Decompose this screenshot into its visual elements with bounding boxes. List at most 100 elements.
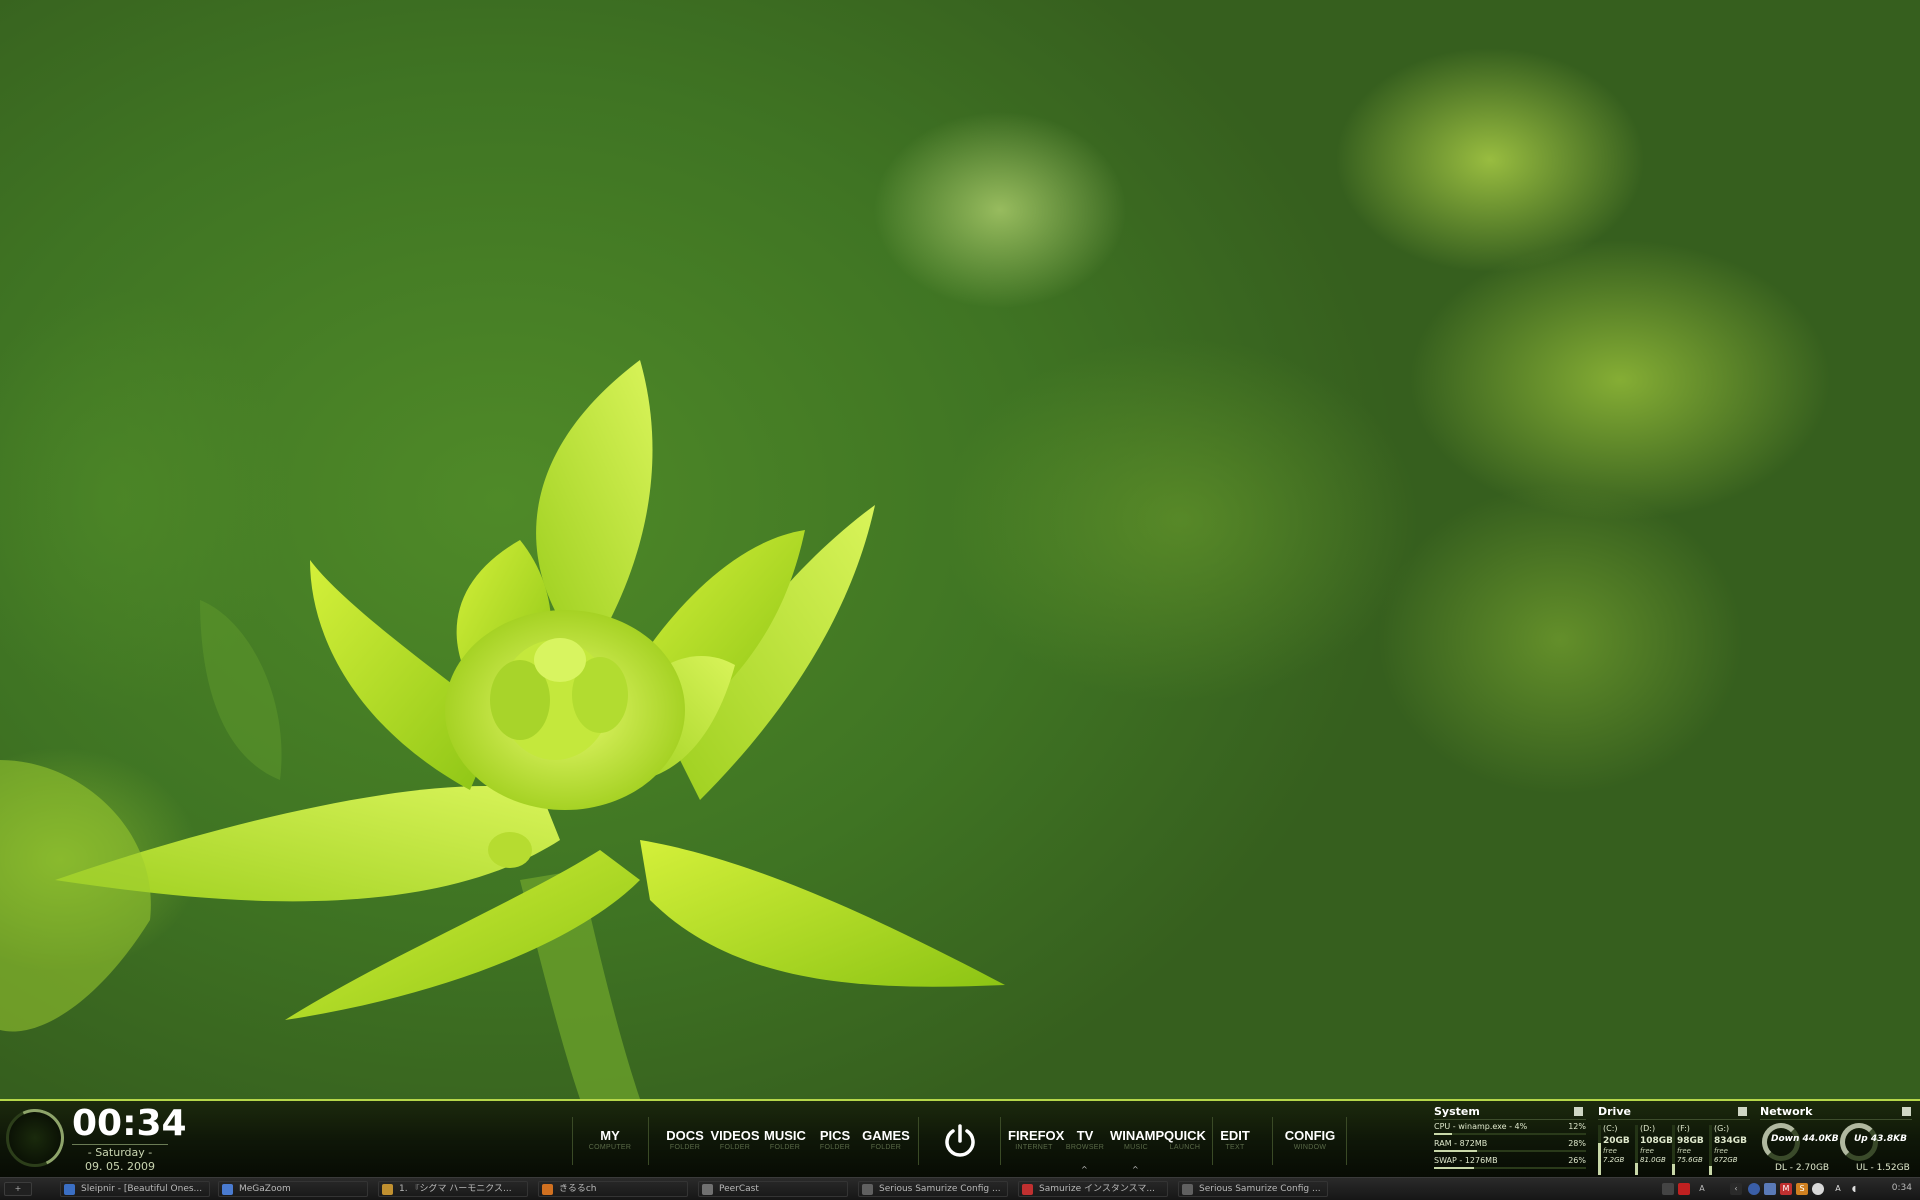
drive-letter: (F:) <box>1677 1124 1690 1133</box>
launcher-separator <box>1212 1117 1213 1165</box>
drive-total: 98GB <box>1677 1136 1704 1146</box>
task-button[interactable]: Serious Samurize Config ... <box>858 1181 1008 1197</box>
launch-label: FIREFOX <box>1008 1128 1065 1143</box>
launch-quick[interactable]: QUICK LAUNCH <box>1164 1129 1206 1152</box>
launch-docs[interactable]: DOCS FOLDER <box>662 1129 708 1152</box>
launch-label: PICS <box>819 1128 851 1143</box>
ime-icon[interactable]: A <box>1696 1183 1708 1195</box>
launch-firefox[interactable]: FIREFOX INTERNET <box>1008 1128 1065 1152</box>
launch-label: MUSIC <box>764 1128 806 1143</box>
drive-d: (D:) 108GB free 81.0GB <box>1640 1123 1676 1165</box>
start-button[interactable]: + <box>4 1182 32 1196</box>
drive-widget-toggle[interactable] <box>1738 1107 1747 1116</box>
drive-f-usage-bar <box>1672 1125 1675 1175</box>
samurize-icon <box>862 1184 873 1195</box>
launch-winamp[interactable]: WINAMP MUSIC <box>1110 1128 1165 1152</box>
task-button[interactable]: PeerCast <box>698 1181 848 1197</box>
launcher-separator <box>1000 1117 1001 1165</box>
launch-sublabel: INTERNET <box>1015 1144 1053 1151</box>
taskbar: + Sleipnir - [Beautiful Ones... MeGaZoom… <box>0 1177 1920 1200</box>
desktop-wallpaper <box>0 0 1920 1099</box>
task-label: MeGaZoom <box>239 1184 291 1194</box>
task-button[interactable]: MeGaZoom <box>218 1181 368 1197</box>
globe-icon[interactable] <box>1812 1183 1824 1195</box>
launch-pics[interactable]: PICS FOLDER <box>812 1129 858 1152</box>
samurize-panel: 00:34 - Saturday - 09. 05. 2009 MY COMPU… <box>0 1099 1920 1177</box>
launch-sublabel: COMPUTER <box>588 1144 632 1151</box>
system-widget-toggle[interactable] <box>1574 1107 1583 1116</box>
chevron-left-icon[interactable]: ‹ <box>1730 1183 1742 1195</box>
task-button[interactable]: Sleipnir - [Beautiful Ones... <box>60 1181 210 1197</box>
launch-games[interactable]: GAMES FOLDER <box>862 1129 910 1152</box>
launch-sublabel: FOLDER <box>769 1144 801 1151</box>
launcher-separator <box>648 1117 649 1165</box>
launch-edit[interactable]: EDIT TEXT <box>1216 1129 1254 1152</box>
cpu-bar <box>1434 1133 1586 1135</box>
network-widget-toggle[interactable] <box>1902 1107 1911 1116</box>
bluetooth-icon[interactable] <box>1764 1183 1776 1195</box>
keyboard-icon[interactable] <box>1662 1183 1674 1195</box>
media-icon <box>382 1184 393 1195</box>
antivirus-icon[interactable] <box>1678 1183 1690 1195</box>
task-label: Sleipnir - [Beautiful Ones... <box>81 1184 203 1194</box>
clock-divider <box>72 1144 168 1145</box>
drive-letter: (G:) <box>1714 1124 1730 1133</box>
launch-videos[interactable]: VIDEOS FOLDER <box>710 1129 760 1152</box>
drive-widget-title: Drive <box>1598 1105 1631 1118</box>
launch-label: CONFIG <box>1284 1128 1336 1143</box>
ram-label: RAM - 872MB <box>1434 1139 1488 1148</box>
task-button[interactable]: Serious Samurize Config ... <box>1178 1181 1328 1197</box>
launch-sublabel: TEXT <box>1225 1144 1245 1151</box>
clock-dial-icon <box>0 1100 73 1176</box>
drive-g-usage-bar <box>1709 1125 1712 1175</box>
drive-free-value: 7.2GB <box>1603 1156 1625 1164</box>
drive-c-usage-bar <box>1598 1125 1601 1175</box>
download-rate: Down 44.0KB <box>1771 1134 1839 1144</box>
task-button[interactable]: Samurize インスタンスマ... <box>1018 1181 1168 1197</box>
drive-d-usage-fill <box>1635 1162 1638 1175</box>
drive-title-rule <box>1598 1119 1750 1120</box>
task-button[interactable]: きるるch <box>538 1181 688 1197</box>
samurize-instance-icon <box>1022 1184 1033 1195</box>
launch-label: EDIT <box>1220 1128 1250 1143</box>
language-icon[interactable]: A <box>1832 1183 1844 1195</box>
ram-bar-fill <box>1434 1150 1477 1152</box>
drive-c: (C:) 20GB free 7.2GB <box>1603 1123 1639 1165</box>
power-icon <box>945 1124 975 1157</box>
drive-free-value: 672GB <box>1714 1156 1738 1164</box>
volume-icon[interactable]: ◖ <box>1848 1183 1860 1195</box>
mail-icon[interactable]: M <box>1780 1183 1792 1195</box>
drive-c-usage-fill <box>1598 1143 1601 1175</box>
system-title-rule <box>1434 1119 1586 1120</box>
power-button[interactable] <box>940 1121 980 1161</box>
launch-tv[interactable]: TV BROWSER <box>1062 1129 1108 1152</box>
launch-sublabel: FOLDER <box>719 1144 751 1151</box>
drive-total: 20GB <box>1603 1136 1630 1146</box>
system-widget-title: System <box>1434 1105 1480 1118</box>
wallpaper-plant-illustration <box>0 360 1005 1099</box>
ram-percent: 28% <box>1568 1139 1586 1148</box>
launch-config[interactable]: CONFIG WINDOW <box>1280 1129 1340 1152</box>
launch-label: WINAMP <box>1110 1128 1165 1143</box>
swap-bar-fill <box>1434 1167 1474 1169</box>
launch-music[interactable]: MUSIC FOLDER <box>762 1129 808 1152</box>
caret-up-icon: ^ <box>1081 1165 1088 1174</box>
caret-up-icon: ^ <box>1132 1165 1139 1174</box>
cpu-percent: 12% <box>1568 1122 1586 1131</box>
drive-total: 108GB <box>1640 1136 1674 1146</box>
drive-g-usage-fill <box>1709 1165 1712 1175</box>
chat-icon <box>542 1184 553 1195</box>
skype-icon[interactable]: S <box>1796 1183 1808 1195</box>
launch-sublabel: MUSIC <box>1123 1144 1149 1151</box>
network-status-icon[interactable] <box>1748 1183 1760 1195</box>
launch-sublabel: FOLDER <box>669 1144 701 1151</box>
task-label: Serious Samurize Config ... <box>879 1184 1001 1194</box>
clock-day: - Saturday - <box>87 1146 153 1159</box>
drive-free-label: free <box>1714 1147 1728 1155</box>
launch-my-computer[interactable]: MY COMPUTER <box>580 1129 640 1152</box>
task-label: 1. 『シグマ ハーモニクス... <box>399 1184 512 1194</box>
task-button[interactable]: 1. 『シグマ ハーモニクス... <box>378 1181 528 1197</box>
tray-clock: 0:34 <box>1891 1183 1912 1193</box>
launch-sublabel: BROWSER <box>1065 1144 1105 1151</box>
launch-sublabel: FOLDER <box>819 1144 851 1151</box>
